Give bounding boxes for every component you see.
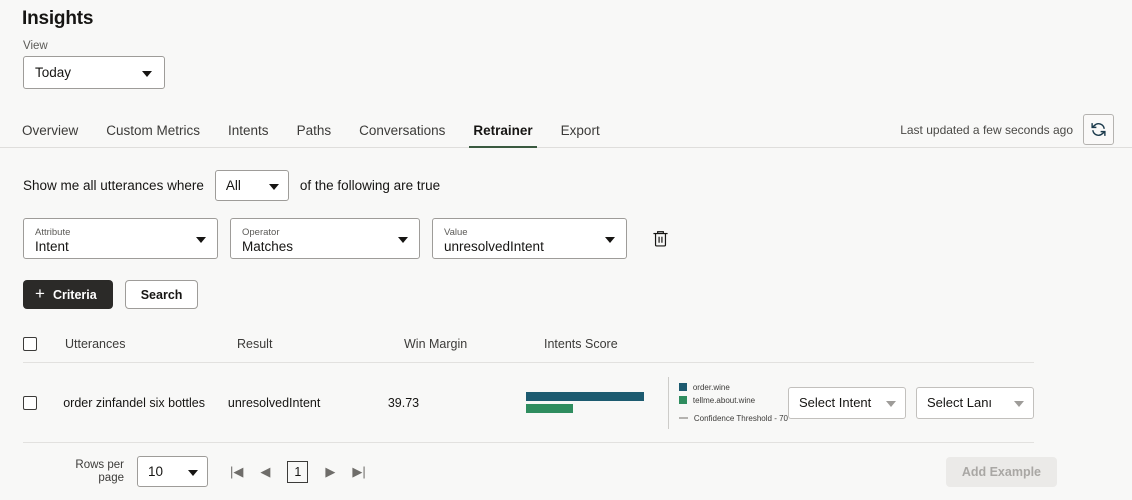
refresh-icon [1090, 121, 1107, 138]
chevron-down-icon [605, 237, 615, 243]
add-criteria-label: Criteria [53, 288, 97, 302]
column-header-win-margin: Win Margin [404, 337, 544, 351]
legend-item: tellme.about.wine [679, 396, 788, 405]
row-action-selects: Select Intent Select Lanı [788, 387, 1034, 419]
criteria-row: Attribute Intent Operator Matches Value … [0, 201, 1132, 259]
rows-per-page-value: 10 [148, 464, 163, 479]
table-footer: Rows per page 10 |◀ ◀ 1 ▶ ▶| Add Example [23, 443, 1057, 487]
cell-intents-score: order.wine tellme.about.wine Confidence Th… [522, 377, 1034, 429]
language-select-value: Select Lanı [927, 395, 992, 410]
last-updated-text: Last updated a few seconds ago [900, 123, 1073, 137]
current-page-number[interactable]: 1 [287, 461, 308, 483]
row-checkbox[interactable] [23, 396, 37, 410]
value-value: unresolvedIntent [444, 238, 596, 255]
legend-label: Confidence Threshold - 70 [694, 414, 788, 423]
plus-icon: + [35, 285, 45, 302]
match-type-select[interactable]: All [215, 170, 289, 201]
cell-utterance: order zinfandel six bottles [63, 396, 228, 410]
first-page-button[interactable]: |◀ [230, 465, 243, 478]
tab-conversations[interactable]: Conversations [345, 123, 459, 147]
legend-item: order.wine [679, 383, 788, 392]
tab-export[interactable]: Export [547, 123, 614, 147]
table-row: order zinfandel six bottles unresolvedIn… [23, 363, 1034, 443]
add-example-button[interactable]: Add Example [946, 457, 1057, 487]
attribute-label: Attribute [35, 227, 187, 238]
operator-label: Operator [242, 227, 389, 238]
rows-per-page-select[interactable]: 10 [137, 456, 208, 487]
action-buttons: + Criteria Search [0, 259, 1132, 309]
chevron-down-icon [1014, 401, 1024, 407]
tab-custom-metrics[interactable]: Custom Metrics [92, 123, 214, 147]
operator-select[interactable]: Operator Matches [230, 218, 420, 259]
cell-result: unresolvedIntent [228, 396, 388, 410]
tab-retrainer[interactable]: Retrainer [459, 123, 546, 147]
filter-suffix-text: of the following are true [300, 178, 440, 193]
chevron-down-icon [142, 71, 152, 77]
chevron-down-icon [398, 237, 408, 243]
previous-page-button[interactable]: ◀ [260, 465, 270, 478]
intent-select-value: Select Intent [799, 395, 871, 410]
select-all-cell [23, 337, 65, 351]
cell-win-margin: 39.73 [388, 396, 522, 410]
view-filter-block: View Today [0, 30, 1132, 89]
tab-bar: OverviewCustom MetricsIntentsPathsConver… [0, 111, 1132, 148]
filter-sentence: Show me all utterances where All of the … [0, 148, 1132, 201]
column-header-utterances: Utterances [65, 337, 237, 351]
view-label: View [23, 40, 1132, 52]
intent-select[interactable]: Select Intent [788, 387, 906, 419]
tab-overview[interactable]: Overview [22, 123, 92, 147]
pagination: |◀ ◀ 1 ▶ ▶| [230, 461, 366, 483]
select-all-checkbox[interactable] [23, 337, 37, 351]
view-select[interactable]: Today [23, 56, 165, 89]
language-select[interactable]: Select Lanı [916, 387, 1034, 419]
last-page-button[interactable]: ▶| [352, 465, 365, 478]
row-select-cell [23, 396, 63, 410]
tab-bar-right: Last updated a few seconds ago [900, 111, 1114, 148]
tab-paths[interactable]: Paths [283, 123, 346, 147]
table-header-row: Utterances Result Win Margin Intents Sco… [23, 326, 1034, 363]
legend-item: Confidence Threshold - 70 [679, 414, 788, 423]
column-header-result: Result [237, 337, 404, 351]
bar-tellme-about-wine [526, 404, 574, 413]
chevron-down-icon [188, 470, 198, 476]
view-select-value: Today [35, 65, 71, 80]
tab-intents[interactable]: Intents [214, 123, 283, 147]
next-page-button[interactable]: ▶ [325, 465, 335, 478]
threshold-dash-icon [679, 417, 688, 419]
page-title: Insights [0, 0, 1132, 30]
chart-legend: order.wine tellme.about.wine Confidence Th… [668, 377, 788, 429]
chevron-down-icon [886, 401, 896, 407]
match-type-value: All [226, 178, 241, 193]
column-header-intents-score: Intents Score [544, 337, 1034, 351]
attribute-value: Intent [35, 238, 187, 255]
legend-label: order.wine [693, 383, 730, 392]
operator-value: Matches [242, 238, 389, 255]
value-label: Value [444, 227, 596, 238]
legend-swatch-icon [679, 396, 687, 404]
trash-icon [652, 229, 669, 248]
intents-score-bar-chart [526, 392, 648, 413]
bar-order-wine [526, 392, 644, 401]
legend-label: tellme.about.wine [693, 396, 755, 405]
filter-prefix-text: Show me all utterances where [23, 178, 204, 193]
chevron-down-icon [269, 184, 279, 190]
legend-swatch-icon [679, 383, 687, 391]
search-button[interactable]: Search [125, 280, 199, 309]
chevron-down-icon [196, 237, 206, 243]
refresh-button[interactable] [1083, 114, 1114, 145]
add-criteria-button[interactable]: + Criteria [23, 280, 113, 309]
results-table: Utterances Result Win Margin Intents Sco… [0, 309, 1034, 443]
value-select[interactable]: Value unresolvedIntent [432, 218, 627, 259]
delete-criteria-button[interactable] [647, 224, 673, 254]
rows-per-page-label: Rows per page [68, 459, 124, 485]
attribute-select[interactable]: Attribute Intent [23, 218, 218, 259]
